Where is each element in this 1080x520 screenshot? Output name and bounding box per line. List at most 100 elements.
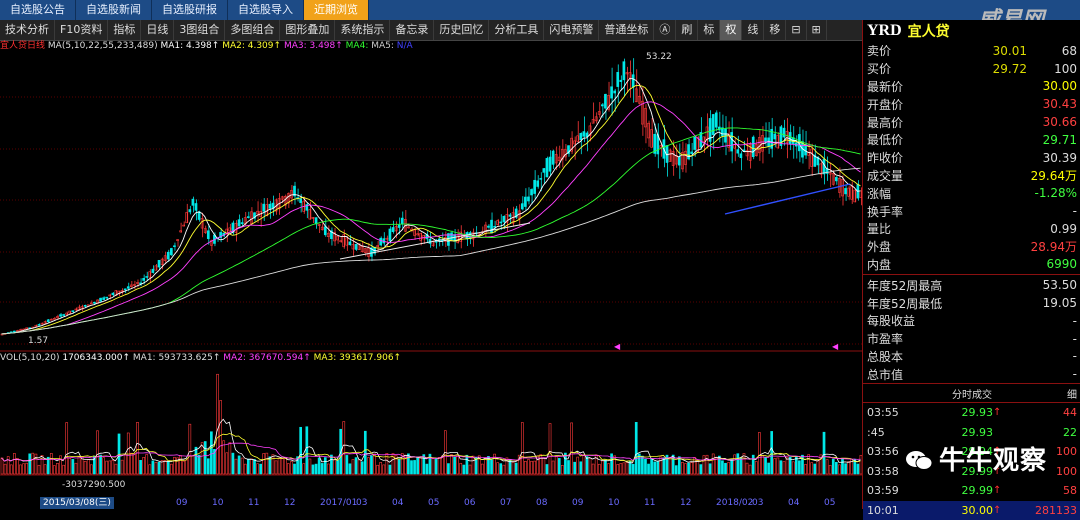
volume-bar	[733, 454, 737, 475]
quote-row: 开盘价 30.43	[863, 95, 1080, 113]
toolbar-button-11[interactable]: 闪电预警	[544, 20, 600, 40]
volume-bar	[219, 400, 222, 475]
tab-1[interactable]: 自选股新闻	[76, 0, 152, 20]
volume-bar	[19, 464, 22, 475]
volume-bar	[770, 431, 774, 475]
toolbar-button-12[interactable]: 普通坐标	[599, 20, 655, 40]
volume-bar	[471, 455, 475, 475]
toolbar-button-13[interactable]: Ⓐ	[654, 20, 677, 40]
tab-2[interactable]: 自选股研报	[152, 0, 228, 20]
quote-value: 29.72	[992, 61, 1027, 76]
candle-body	[530, 189, 533, 196]
tick-price: 29.99	[961, 484, 994, 498]
candle-body	[619, 79, 623, 82]
toolbar-button-3[interactable]: 日线	[141, 20, 175, 40]
period-label: 日线	[27, 41, 46, 51]
volume-bar	[200, 442, 204, 475]
trend-line	[339, 222, 531, 260]
volume-bar	[681, 461, 684, 475]
quote-label: 最高价	[867, 115, 904, 130]
candle-body	[145, 276, 149, 278]
volume-bar	[625, 462, 629, 475]
volume-bar	[114, 463, 118, 475]
volume-bar	[348, 463, 352, 475]
volume-bar	[779, 460, 783, 475]
toolbar-button-10[interactable]: 分析工具	[489, 20, 545, 40]
volume-bar	[674, 465, 678, 475]
toolbar-button-20[interactable]: ⊞	[807, 20, 827, 40]
volume-bar	[465, 454, 469, 475]
quote-value: -	[1072, 349, 1077, 364]
candle-body	[693, 136, 697, 150]
volume-bar	[170, 463, 173, 475]
volume-bar	[582, 454, 586, 475]
date-tick: 11	[644, 498, 656, 508]
volume-bar	[262, 453, 266, 475]
tab-3[interactable]: 自选股导入	[228, 0, 304, 20]
toolbar-button-2[interactable]: 指标	[108, 20, 142, 40]
ma-line-150	[1, 167, 861, 335]
volume-bar	[197, 454, 201, 475]
tab-0[interactable]: 自选股公告	[0, 0, 76, 20]
ticks-tab[interactable]: 细	[1067, 386, 1077, 401]
toolbar-button-8[interactable]: 备忘录	[390, 20, 435, 40]
volume-bar	[333, 459, 336, 475]
candle-body	[604, 93, 607, 109]
candle-body	[188, 209, 192, 213]
volume-bar	[834, 461, 838, 475]
volume-bar	[354, 457, 358, 475]
volume-bar	[28, 453, 32, 475]
volume-bar	[182, 460, 186, 475]
candle-body	[613, 90, 617, 94]
date-tick: 12	[680, 498, 692, 508]
quote-row: 量比 0.99	[863, 220, 1080, 238]
volume-bar	[730, 458, 733, 475]
candle-body	[616, 72, 620, 87]
toolbar-button-4[interactable]: 3图组合	[174, 20, 226, 40]
toolbar-button-14[interactable]: 刷	[676, 20, 699, 40]
ma4-value: MA4:	[345, 41, 369, 51]
volume-bar	[560, 465, 564, 475]
candle-body	[299, 198, 303, 203]
candle-body	[173, 245, 176, 248]
volume-bar	[317, 457, 321, 475]
toolbar-button-16[interactable]: 权	[720, 20, 743, 40]
candle-body	[191, 198, 195, 206]
volume-bar	[514, 462, 518, 475]
date-tick: 04	[788, 498, 800, 508]
quote-label: 买价	[867, 62, 892, 77]
candle-body	[194, 203, 198, 211]
ma3-value: MA3: 3.498↑	[283, 41, 343, 51]
candle-body	[271, 202, 275, 209]
candlestick-chart[interactable]: ◀ ◀	[0, 52, 862, 352]
volume-chart[interactable]	[0, 364, 862, 476]
toolbar-button-1[interactable]: F10资料	[55, 20, 109, 40]
toolbar-button-15[interactable]: 标	[698, 20, 721, 40]
toolbar-button-5[interactable]: 多图组合	[225, 20, 281, 40]
volume-bar	[271, 454, 275, 475]
volume-bar	[120, 459, 124, 475]
toolbar-button-19[interactable]: ⊟	[786, 20, 807, 40]
quote-label: 涨幅	[867, 186, 892, 201]
toolbar-button-18[interactable]: 移	[764, 20, 787, 40]
volume-bar	[108, 460, 112, 475]
volume-bar	[748, 464, 752, 475]
candle-body	[773, 133, 777, 140]
volume-bar	[437, 457, 441, 475]
toolbar-button-0[interactable]: 技术分析	[0, 20, 55, 40]
quote-divider	[863, 274, 1080, 276]
volume-bar	[290, 461, 293, 475]
date-tick: 2017/01	[320, 498, 358, 508]
toolbar-button-7[interactable]: 系统指示	[335, 20, 391, 40]
volume-bar	[0, 457, 4, 475]
volume-bar	[133, 453, 136, 475]
quote-label: 开盘价	[867, 97, 904, 112]
toolbar-button-17[interactable]: 线	[742, 20, 765, 40]
volume-bar	[145, 454, 149, 475]
toolbar-button-6[interactable]: 图形叠加	[280, 20, 336, 40]
toolbar-button-9[interactable]: 历史回忆	[434, 20, 490, 40]
candle-body	[111, 292, 115, 296]
ma5-na: N/A	[396, 41, 413, 51]
quote-value: 30.39	[1042, 150, 1077, 165]
tab-4[interactable]: 近期浏览	[304, 0, 369, 20]
